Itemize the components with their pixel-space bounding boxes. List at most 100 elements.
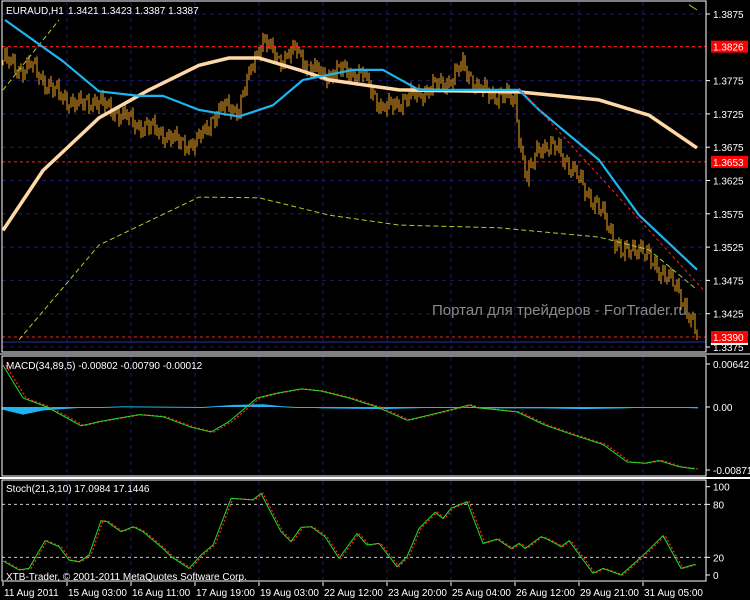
macd-histogram-bar [306, 407, 308, 408]
macd-histogram-bar [206, 406, 208, 408]
macd-histogram-bar [6, 407, 8, 411]
macd-histogram-bar [160, 406, 162, 408]
macd-histogram-bar [316, 407, 318, 409]
macd-histogram-bar [172, 406, 174, 408]
macd-histogram-bar [420, 407, 422, 409]
macd-histogram-bar [542, 407, 544, 409]
macd-histogram-bar [364, 407, 366, 409]
macd-histogram-bar [68, 407, 70, 409]
macd-histogram-bar [128, 406, 130, 408]
macd-histogram-bar [684, 407, 686, 408]
macd-histogram-bar [278, 405, 280, 407]
macd-histogram-bar [576, 407, 578, 409]
macd-histogram-bar [518, 407, 520, 409]
macd-histogram-bar [374, 407, 376, 409]
macd-histogram-bar [82, 407, 84, 408]
macd-histogram-bar [564, 407, 566, 409]
macd-histogram-bar [146, 406, 148, 408]
macd-histogram-bar [662, 407, 664, 408]
macd-histogram-bar [158, 406, 160, 408]
macd-histogram-bar [10, 407, 12, 412]
macd-histogram-bar [122, 406, 124, 408]
macd-histogram-bar [494, 407, 496, 409]
macd-histogram-bar [106, 406, 108, 408]
macd-histogram-bar [276, 405, 278, 407]
macd-histogram-bar [100, 407, 102, 408]
macd-histogram-bar [562, 407, 564, 409]
time-tick-label: 11 Aug 2011 [4, 588, 59, 599]
macd-histogram-bar [202, 407, 204, 408]
macd-tick-label: 0.00642 [713, 360, 750, 371]
time-tick-label: 19 Aug 03:00 [260, 588, 319, 599]
macd-histogram-bar [190, 406, 192, 408]
macd-histogram-bar [150, 406, 152, 408]
macd-histogram-bar [184, 406, 186, 408]
macd-histogram-bar [96, 407, 98, 408]
price-level-label: 1.3653 [713, 158, 744, 169]
macd-histogram-bar [406, 407, 408, 409]
price-tick-label: 1.3675 [713, 143, 744, 154]
macd-histogram-bar [696, 407, 698, 409]
macd-histogram-bar [362, 407, 364, 409]
macd-histogram-bar [566, 407, 568, 409]
macd-histogram-bar [532, 407, 534, 409]
macd-histogram-bar [430, 407, 432, 408]
time-tick-label: 17 Aug 19:00 [196, 588, 255, 599]
macd-histogram-bar [592, 407, 594, 409]
macd-histogram-bar [516, 407, 518, 409]
macd-histogram-bar [124, 406, 126, 408]
macd-histogram-bar [234, 404, 236, 407]
macd-histogram-bar [556, 407, 558, 409]
macd-histogram-bar [524, 407, 526, 409]
macd-histogram-bar [660, 407, 662, 408]
macd-histogram-bar [14, 407, 16, 413]
macd-histogram-bar [678, 407, 680, 408]
macd-histogram-bar [196, 406, 198, 408]
symbol-label: EURAUD,H1 [6, 6, 64, 17]
macd-histogram-bar [340, 407, 342, 409]
macd-histogram-bar [178, 406, 180, 408]
macd-histogram-bar [216, 406, 218, 408]
macd-histogram-bar [88, 407, 90, 408]
macd-histogram-bar [188, 406, 190, 408]
macd-histogram-bar [670, 407, 672, 408]
macd-histogram-bar [388, 407, 390, 409]
macd-histogram-bar [270, 405, 272, 407]
macd-histogram-bar [132, 406, 134, 408]
macd-histogram-bar [24, 407, 26, 415]
macd-histogram-bar [656, 407, 658, 408]
macd-histogram-bar [644, 407, 646, 408]
macd-histogram-bar [142, 406, 144, 408]
macd-histogram-bar [286, 406, 288, 408]
macd-histogram-bar [78, 407, 80, 408]
macd-histogram-bar [582, 407, 584, 410]
macd-histogram-bar [176, 406, 178, 408]
macd-histogram-bar [466, 407, 468, 408]
macd-histogram-bar [110, 406, 112, 408]
macd-histogram-bar [358, 407, 360, 409]
macd-histogram-bar [618, 407, 620, 409]
trading-chart[interactable]: 1.3875 1.3775 1.3725 1.3675 1.3625 1.3575 1.35… [0, 0, 750, 600]
macd-histogram-bar [182, 406, 184, 408]
macd-histogram-bar [626, 407, 628, 409]
macd-histogram-bar [170, 406, 172, 408]
macd-histogram-bar [112, 406, 114, 408]
macd-histogram-bar [90, 407, 92, 408]
macd-histogram-bar [690, 407, 692, 409]
macd-histogram-bar [418, 407, 420, 409]
macd-histogram-bar [198, 406, 200, 408]
macd-histogram-bar [588, 407, 590, 409]
macd-histogram-bar [596, 407, 598, 409]
macd-histogram-bar [204, 406, 206, 408]
macd-histogram-bar [622, 407, 624, 409]
macd-histogram-bar [162, 406, 164, 408]
macd-histogram-bar [452, 407, 454, 408]
price-level-label: 1.3390 [713, 333, 744, 344]
macd-histogram-bar [654, 407, 656, 408]
macd-histogram-bar [648, 407, 650, 408]
macd-histogram-bar [620, 407, 622, 409]
stoch-tick-label: 80 [713, 500, 725, 511]
macd-histogram-bar [76, 407, 78, 409]
macd-histogram-bar [636, 407, 638, 408]
price-level-label: 1.3826 [713, 43, 744, 54]
